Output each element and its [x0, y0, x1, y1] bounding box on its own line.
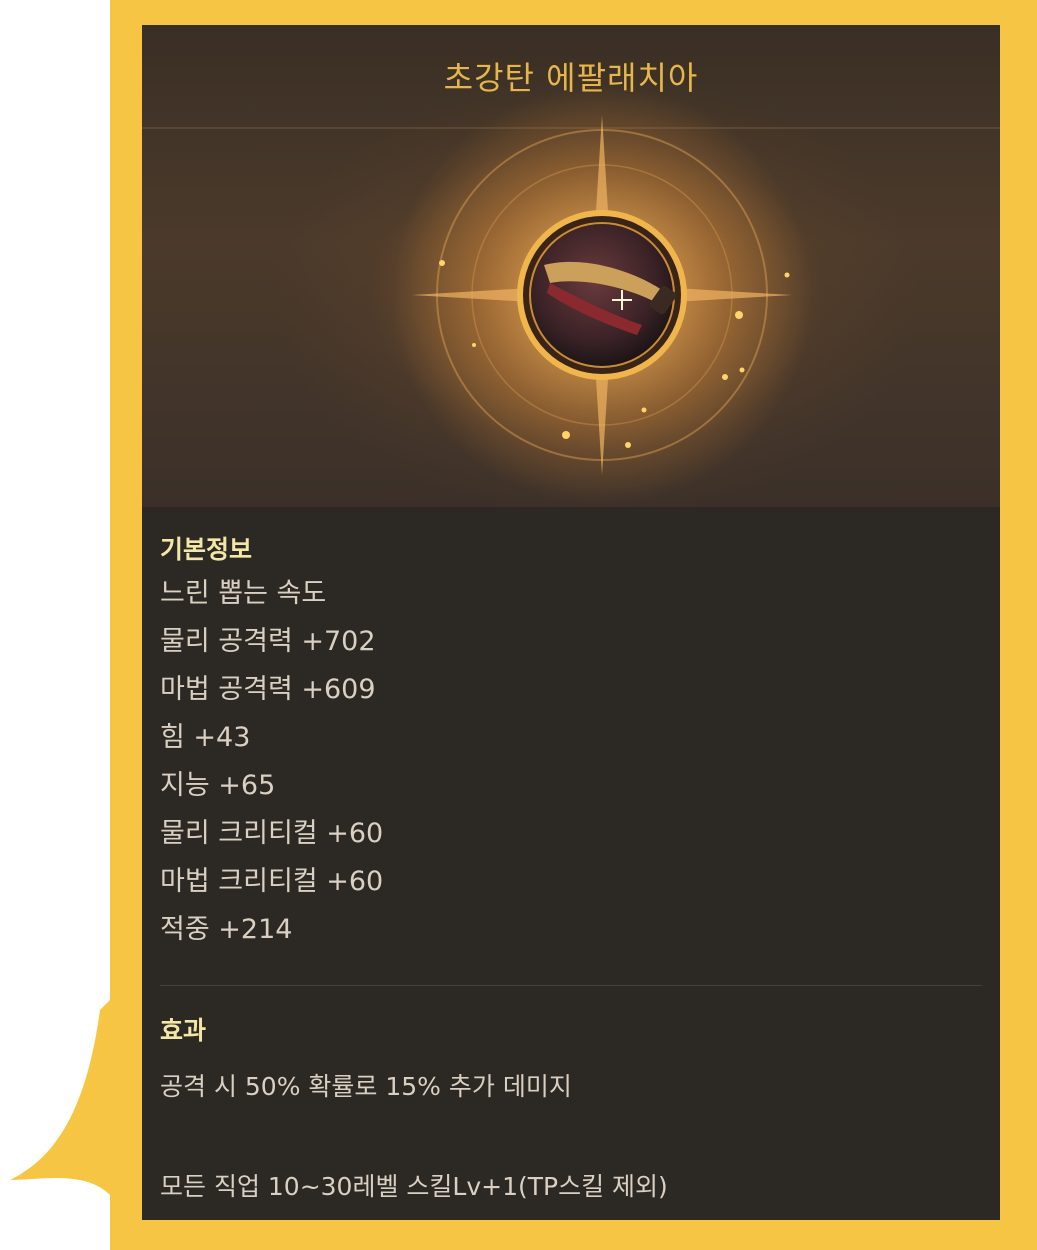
stat-accuracy: 적중 +214	[160, 914, 293, 945]
stat-draw-speed: 느린 뽑는 속도	[160, 578, 327, 609]
stat-physical-critical: 물리 크리티컬 +60	[160, 818, 384, 849]
stat-strength: 힘 +43	[160, 722, 251, 753]
item-details: 기본정보 느린 뽑는 속도 물리 공격력 +702 마법 공격력 +609 힘 …	[160, 530, 982, 1201]
basic-info-title: 기본정보	[160, 535, 253, 564]
effects-section: 효과 공격 시 50% 확률로 15% 추가 데미지 모든 직업 10~30레벨…	[160, 1011, 982, 1203]
item-tooltip-panel: 초강탄 에팔래치아 기본정보 느린 뽑는 속도 물리 공격력 +702 마법 공…	[142, 25, 1000, 1220]
stat-intelligence: 지능 +65	[160, 770, 276, 801]
effect-line: 모든 직업 10~30레벨 스킬Lv+1(TP스킬 제외)	[160, 1172, 668, 1201]
section-divider	[160, 985, 982, 986]
effects-title: 효과	[160, 1016, 207, 1045]
stat-physical-attack: 물리 공격력 +702	[160, 626, 376, 657]
stat-magic-attack: 마법 공격력 +609	[160, 674, 376, 705]
stat-list: 느린 뽑는 속도 물리 공격력 +702 마법 공격력 +609 힘 +43 지…	[160, 570, 982, 954]
item-name: 초강탄 에팔래치아	[443, 59, 699, 97]
stat-magic-critical: 마법 크리티컬 +60	[160, 866, 384, 897]
item-banner: 초강탄 에팔래치아	[142, 25, 1000, 507]
effect-line: 공격 시 50% 확률로 15% 추가 데미지	[160, 1072, 572, 1101]
